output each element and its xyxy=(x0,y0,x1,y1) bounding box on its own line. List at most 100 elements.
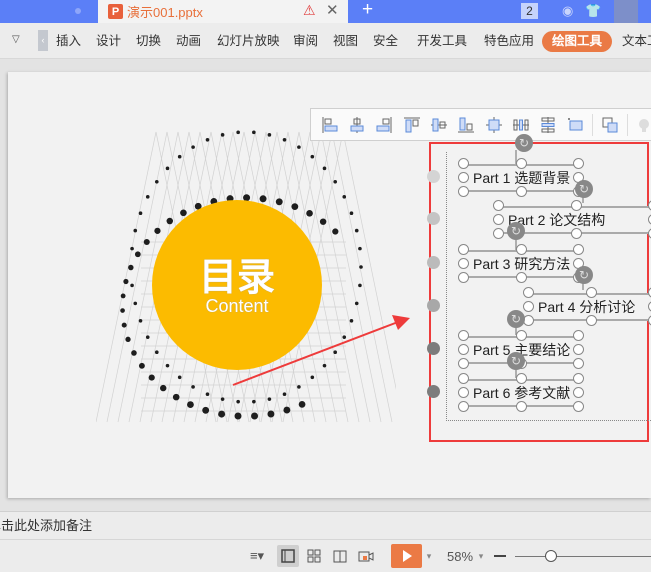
notes-pane[interactable]: 单击此处添加备注 xyxy=(0,511,651,540)
resize-handle[interactable] xyxy=(458,186,469,197)
scroll-left-button[interactable]: ‹ xyxy=(38,30,48,51)
close-tab-icon[interactable]: ✕ xyxy=(326,1,339,19)
zoom-out-button[interactable] xyxy=(492,546,508,566)
align-middle-icon[interactable] xyxy=(425,113,452,137)
rotate-handle-icon[interactable]: ↻ xyxy=(575,180,593,198)
menu-transition[interactable]: 切换 xyxy=(136,23,161,59)
resize-handle[interactable] xyxy=(573,401,584,412)
previous-tab[interactable] xyxy=(0,0,98,23)
rotate-handle-icon[interactable]: ↻ xyxy=(507,310,525,328)
resize-handle[interactable] xyxy=(585,287,597,298)
resize-handle[interactable] xyxy=(585,315,597,326)
align-right-icon[interactable] xyxy=(371,113,398,137)
resize-handle[interactable] xyxy=(458,401,469,412)
resize-handle[interactable] xyxy=(573,330,584,341)
new-tab-button[interactable]: + xyxy=(362,0,373,21)
align-left-icon[interactable] xyxy=(316,113,343,137)
reading-view-icon[interactable] xyxy=(330,546,350,566)
rotate-handle-icon[interactable]: ↻ xyxy=(575,266,593,284)
menu-special[interactable]: 特色应用 xyxy=(484,23,534,59)
status-bar: ≡▾ ▾ 58% ▾ xyxy=(0,540,651,572)
resize-handle[interactable] xyxy=(573,244,584,255)
document-tab[interactable]: P 演示001.pptx ⚠ ✕ xyxy=(98,0,348,23)
group-icon[interactable] xyxy=(596,113,623,137)
circle-title: 目录 xyxy=(198,257,275,299)
resize-handle[interactable] xyxy=(573,387,584,398)
zoom-slider-thumb[interactable] xyxy=(545,550,557,562)
menu-text-tools[interactable]: 文本工具 xyxy=(622,23,651,59)
menu-slideshow[interactable]: 幻灯片放映 xyxy=(217,23,280,59)
resize-handle[interactable] xyxy=(493,228,504,239)
menu-security[interactable]: 安全 xyxy=(373,23,398,59)
resize-handle[interactable] xyxy=(515,401,527,412)
menu-view[interactable]: 视图 xyxy=(333,23,358,59)
tab-dot-icon xyxy=(75,8,81,14)
slide[interactable]: 目录 Content Part 1 选题背景 Part 2 论文结构 Part … xyxy=(8,72,651,498)
resize-handle[interactable] xyxy=(458,272,469,283)
zoom-dropdown-icon[interactable]: ▾ xyxy=(476,546,486,566)
resize-handle[interactable] xyxy=(573,344,584,355)
resize-handle[interactable] xyxy=(573,158,584,169)
resize-handle[interactable] xyxy=(458,387,469,398)
zoom-level[interactable]: 58% xyxy=(444,546,476,566)
resize-handle[interactable] xyxy=(523,301,534,312)
distribute-vertical-icon[interactable] xyxy=(535,113,562,137)
avatar[interactable] xyxy=(614,0,638,23)
resize-handle[interactable] xyxy=(458,330,469,341)
menu-developer[interactable]: 开发工具 xyxy=(417,23,467,59)
presenter-camera-icon[interactable] xyxy=(356,546,376,566)
resize-handle[interactable] xyxy=(458,244,469,255)
toc-bullet-dot xyxy=(427,256,440,269)
fit-canvas-icon[interactable] xyxy=(562,113,589,137)
resize-handle[interactable] xyxy=(515,158,527,169)
resize-handle[interactable] xyxy=(458,158,469,169)
resize-handle[interactable] xyxy=(573,373,584,384)
resize-handle[interactable] xyxy=(515,330,527,341)
resize-handle[interactable] xyxy=(570,200,582,211)
resize-handle[interactable] xyxy=(515,373,527,384)
distribute-horizontal-icon[interactable] xyxy=(507,113,534,137)
rotate-handle-icon[interactable]: ↻ xyxy=(507,352,525,370)
collapse-chevron-icon[interactable]: ▽ xyxy=(12,34,20,45)
warning-icon[interactable]: ⚠ xyxy=(303,2,316,19)
rotate-handle-icon[interactable]: ↻ xyxy=(507,222,525,240)
notes-toggle-icon[interactable]: ≡▾ xyxy=(246,546,268,566)
play-slideshow-button[interactable] xyxy=(391,544,422,568)
resize-handle[interactable] xyxy=(458,358,469,369)
resize-handle[interactable] xyxy=(573,358,584,369)
resize-handle[interactable] xyxy=(515,186,527,197)
resize-handle[interactable] xyxy=(458,172,469,183)
resize-handle[interactable] xyxy=(493,200,504,211)
resize-handle[interactable] xyxy=(570,228,582,239)
align-top-icon[interactable] xyxy=(398,113,425,137)
menu-drawing-tools[interactable]: 绘图工具 xyxy=(542,31,613,52)
align-center-both-icon[interactable] xyxy=(480,113,507,137)
ribbon-menu-bar: ▽ ‹ 插入 设计 切换 动画 幻灯片放映 审阅 视图 安全 开发工具 特色应用… xyxy=(0,23,651,59)
notes-placeholder[interactable]: 单击此处添加备注 xyxy=(0,512,92,540)
rotate-handle-icon[interactable]: ↻ xyxy=(515,134,533,152)
menu-review[interactable]: 审阅 xyxy=(293,23,318,59)
play-dropdown-icon[interactable]: ▾ xyxy=(424,546,434,566)
resize-handle[interactable] xyxy=(458,258,469,269)
resize-handle[interactable] xyxy=(515,272,527,283)
toc-bullet-dot xyxy=(427,299,440,312)
resize-handle[interactable] xyxy=(515,244,527,255)
slide-sorter-icon[interactable] xyxy=(304,546,324,566)
window-count-badge[interactable]: 2 xyxy=(521,3,538,19)
toolbar-separator xyxy=(592,113,594,136)
menu-insert[interactable]: 插入 xyxy=(56,23,81,59)
resize-handle[interactable] xyxy=(523,287,534,298)
align-center-icon[interactable] xyxy=(343,113,370,137)
align-bottom-icon[interactable] xyxy=(453,113,480,137)
toc-bullet-dot xyxy=(427,170,440,183)
resize-handle[interactable] xyxy=(493,214,504,225)
shirt-icon[interactable]: 👕 xyxy=(585,3,601,19)
resize-handle[interactable] xyxy=(458,344,469,355)
zoom-slider-track[interactable] xyxy=(515,556,651,557)
skin-drop-icon[interactable]: ◉ xyxy=(562,3,573,19)
menu-animation[interactable]: 动画 xyxy=(176,23,201,59)
menu-design[interactable]: 设计 xyxy=(96,23,121,59)
lightbulb-icon[interactable] xyxy=(631,113,651,137)
normal-view-icon[interactable] xyxy=(277,545,299,567)
resize-handle[interactable] xyxy=(458,373,469,384)
